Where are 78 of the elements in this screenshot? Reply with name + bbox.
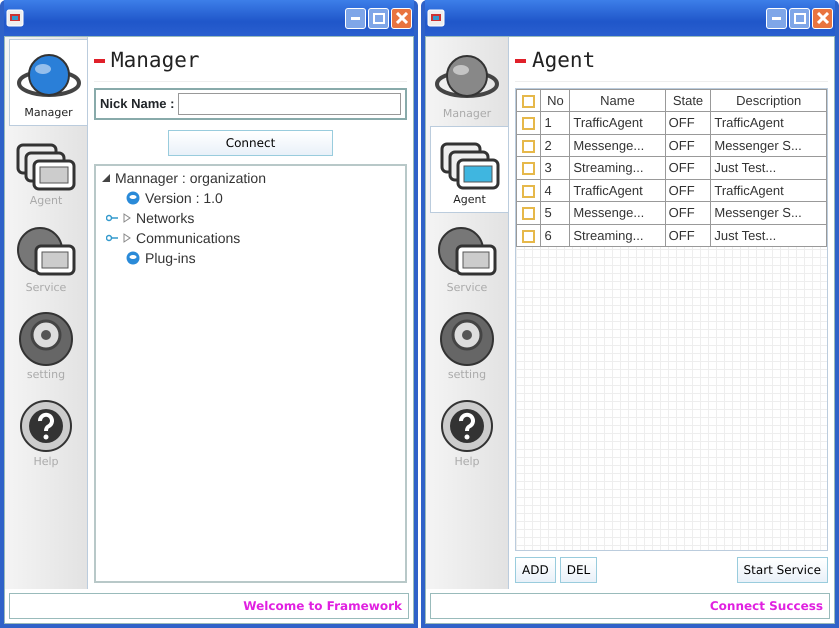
table-cell: TrafficAgent [710, 179, 826, 202]
column-header: State [665, 89, 711, 112]
tree-item[interactable]: Communications [136, 228, 240, 248]
minimize-button[interactable] [766, 8, 787, 28]
table-cell: Streaming... [570, 224, 666, 246]
maximize-icon [372, 12, 384, 24]
monitors-icon [438, 140, 502, 192]
table-cell: OFF [665, 134, 711, 156]
status-text: Welcome to Framework [243, 598, 402, 615]
nick-name-field[interactable] [178, 92, 401, 114]
app-icon [6, 9, 24, 27]
start-service-button[interactable]: Start Service [736, 557, 828, 583]
table-cell: 4 [540, 179, 570, 202]
table-cell: Just Test... [710, 156, 826, 179]
app-icon [427, 9, 445, 27]
minimize-icon [351, 16, 360, 20]
close-button[interactable] [391, 8, 412, 28]
table-cell: Just Test... [710, 224, 826, 246]
connect-button[interactable]: Connect [168, 130, 333, 156]
table-cell: Messenge... [570, 202, 666, 224]
checkbox[interactable] [522, 94, 536, 108]
column-header: No [540, 89, 570, 112]
maximize-icon [794, 12, 806, 24]
sidebar-item[interactable]: Manager [9, 39, 87, 126]
table-cell: TrafficAgent [710, 112, 826, 134]
monitors-icon [14, 140, 78, 192]
checkbox[interactable] [522, 207, 536, 220]
status-text: Connect Success [710, 598, 823, 615]
bubble-icon [126, 250, 140, 264]
dash-icon [515, 58, 526, 63]
help-icon [439, 398, 495, 454]
dash-icon [94, 58, 105, 63]
table-cell: OFF [665, 112, 711, 134]
table-cell: TrafficAgent [570, 179, 666, 202]
tree-item[interactable]: Mannager : organization [115, 168, 266, 188]
checkbox[interactable] [522, 184, 536, 198]
tree-item[interactable]: Version : 1.0 [145, 188, 223, 208]
table-cell: Streaming... [570, 156, 666, 179]
column-header: Name [570, 89, 666, 112]
column-header: Description [710, 89, 826, 112]
table-cell: 5 [540, 202, 570, 224]
table-cell: Messenger S... [710, 134, 826, 156]
table-cell: OFF [665, 179, 711, 202]
close-icon [816, 12, 828, 24]
maximize-button[interactable] [789, 8, 810, 28]
checkbox[interactable] [522, 162, 536, 176]
minimize-icon [772, 16, 781, 20]
table-cell: OFF [665, 224, 711, 246]
table-cell: OFF [665, 156, 711, 179]
checkbox[interactable] [522, 140, 536, 153]
field-label: Nick Name : [100, 94, 174, 113]
table-cell: Messenge... [570, 134, 666, 156]
table-cell: Messenger S... [710, 202, 826, 224]
table-cell: 6 [540, 224, 570, 246]
panel-title: Manager [111, 47, 200, 74]
table-cell: OFF [665, 202, 711, 224]
key-handle-icon [106, 234, 118, 242]
disc-icon [16, 310, 76, 366]
disc-icon [437, 310, 497, 366]
table-cell: TrafficAgent [570, 112, 666, 134]
checkbox[interactable] [522, 117, 536, 130]
table-cell: 2 [540, 134, 570, 156]
close-button[interactable] [812, 8, 833, 28]
panel-title: Agent [532, 47, 596, 74]
sidebar-item[interactable]: Agent [430, 126, 508, 213]
help-icon [18, 398, 74, 454]
close-icon [396, 12, 408, 24]
tree-item[interactable]: Networks [136, 208, 194, 228]
maximize-button[interactable] [368, 8, 389, 28]
checkbox[interactable] [522, 230, 536, 243]
key-handle-icon [106, 214, 118, 222]
table-button[interactable]: DEL [560, 557, 598, 583]
table-cell: 3 [540, 156, 570, 179]
tree-item[interactable]: Plug-ins [145, 248, 196, 268]
table-cell: 1 [540, 112, 570, 134]
minimize-button[interactable] [345, 8, 366, 28]
table-button[interactable]: ADD [515, 557, 556, 583]
bubble-icon [126, 190, 140, 204]
